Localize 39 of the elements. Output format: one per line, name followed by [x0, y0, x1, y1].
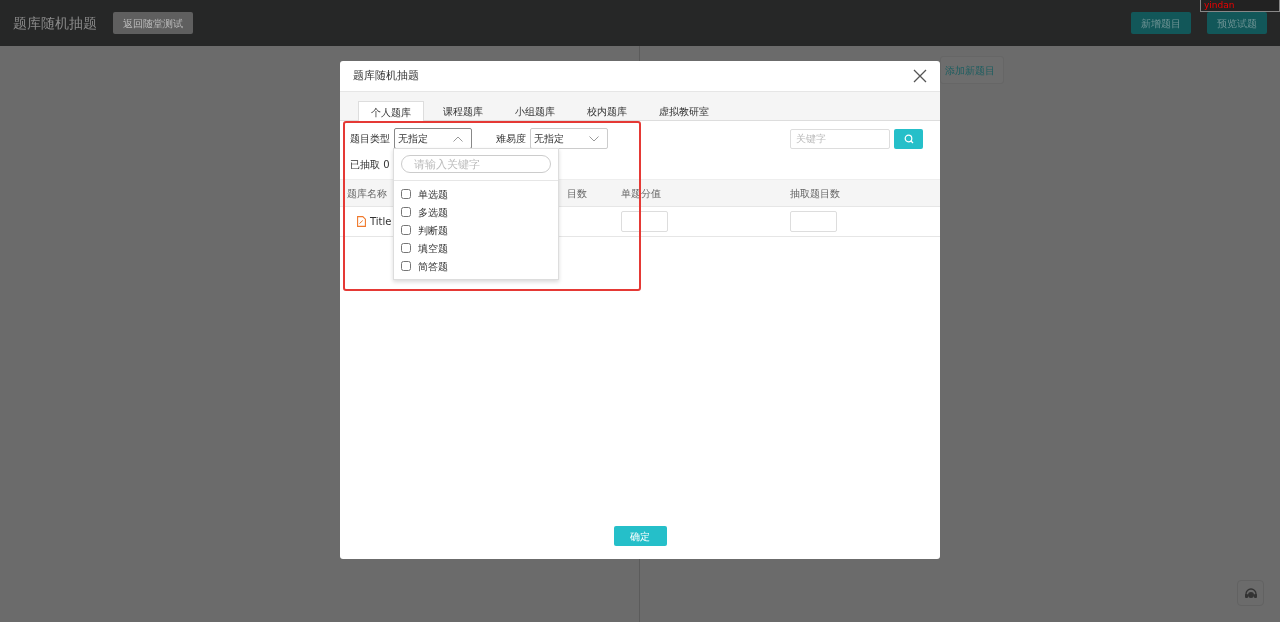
tab[interactable]: 虚拟教研室: [646, 101, 722, 121]
close-icon[interactable]: [913, 69, 927, 83]
user-tag: yindan: [1200, 0, 1280, 12]
checkbox[interactable]: [401, 207, 411, 217]
select-field[interactable]: 无指定: [394, 128, 472, 149]
help-button[interactable]: [1237, 580, 1264, 606]
filter-label: 题目类型: [350, 132, 390, 146]
modal-title: 题库随机抽题: [353, 67, 419, 84]
checkbox[interactable]: [401, 261, 411, 271]
option-label: 单选题: [418, 187, 448, 202]
headset-icon: [1243, 586, 1258, 600]
count-input[interactable]: [790, 211, 837, 232]
option-label: 多选题: [418, 205, 448, 220]
drawn-count-text: 已抽取 0: [350, 159, 390, 170]
column-header: 题库名称: [347, 187, 387, 199]
search-field[interactable]: 关键字: [790, 128, 890, 149]
checkbox[interactable]: [401, 189, 411, 199]
tab[interactable]: 校内题库: [574, 101, 640, 121]
app-title: 题库随机抽题: [13, 13, 97, 33]
tab[interactable]: 课程题库: [430, 101, 496, 121]
score-input[interactable]: [621, 211, 668, 232]
caret-icon: [453, 135, 463, 142]
back-button[interactable]: 返回随堂测试: [113, 12, 193, 34]
tab[interactable]: 个人题库: [358, 101, 424, 122]
table-cell-text: Title: [370, 215, 392, 229]
option-label: 填空题: [418, 241, 448, 256]
column-header: 目数: [567, 187, 587, 199]
select-field[interactable]: 无指定: [530, 128, 608, 149]
document-icon: [357, 216, 366, 227]
checkbox[interactable]: [401, 243, 411, 253]
caret-icon: [589, 135, 599, 142]
dropdown-search-field[interactable]: 请输入关键字: [401, 155, 551, 173]
filter-label: 难易度: [496, 132, 526, 146]
search-icon: [903, 133, 914, 144]
checkbox[interactable]: [401, 225, 411, 235]
option-label: 简答题: [418, 259, 448, 274]
tab[interactable]: 小组题库: [502, 101, 568, 121]
option-label: 判断题: [418, 223, 448, 238]
column-header: 抽取题目数: [790, 187, 840, 199]
